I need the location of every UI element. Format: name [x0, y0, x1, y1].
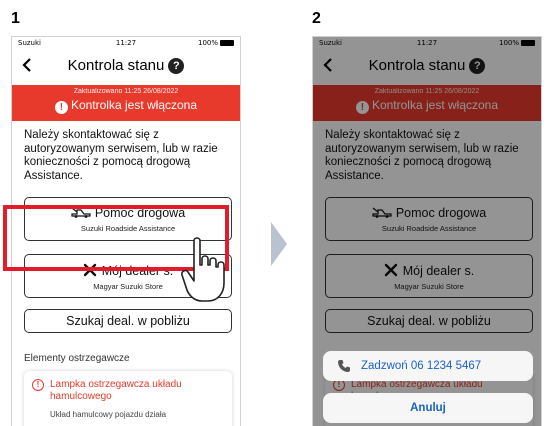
- info-text: Należy skontaktować się z autoryzowanym …: [24, 129, 218, 182]
- exclamation-icon: !: [54, 101, 68, 114]
- chevron-right-icon: [271, 222, 287, 266]
- battery-percent: 100%: [197, 39, 218, 47]
- nav-bar: Kontrola stanu?: [12, 51, 240, 85]
- banner-message: Kontrolka jest włączona: [70, 98, 198, 112]
- warning-description: Układ hamulcowy pojazdu działa: [50, 410, 167, 419]
- search-dealer-button[interactable]: Szukaj deal. w pobliżu: [24, 309, 232, 333]
- updated-timestamp: Zaktualizowano 11:25 26/08/2022: [73, 88, 179, 95]
- help-icon[interactable]: ?: [168, 58, 185, 74]
- tap-hand-icon: [181, 237, 225, 302]
- battery-icon: [220, 40, 234, 46]
- search-dealer-label: Szukaj deal. w pobliżu: [66, 314, 190, 328]
- warning-banner: Zaktualizowano 11:25 26/08/2022 ! Kontrol…: [12, 85, 240, 121]
- warning-title: Lampka ostrzegawcza układu hamulcowego: [50, 379, 182, 402]
- phone-screen-step-2: Suzuki 11:27 100% Kontrola stanu? Zaktua…: [312, 36, 542, 426]
- step-number-1: 1: [11, 10, 20, 27]
- warning-light-icon: !: [32, 379, 44, 391]
- status-bar: Suzuki 11:27 100%: [12, 37, 240, 49]
- step-number-2: 2: [312, 10, 321, 27]
- cancel-button[interactable]: Anuluj: [323, 393, 533, 423]
- phone-icon: [338, 360, 350, 372]
- warning-card[interactable]: !Lampka ostrzegawcza układu hamulcowego …: [24, 371, 232, 426]
- call-label: Zadzwoń 06 1234 5467: [361, 360, 482, 372]
- page-title: Kontrola stanu: [67, 57, 165, 74]
- call-dealer-button[interactable]: Zadzwoń 06 1234 5467: [323, 351, 533, 381]
- warnings-section-label: Elementy ostrzegawcze: [24, 353, 130, 364]
